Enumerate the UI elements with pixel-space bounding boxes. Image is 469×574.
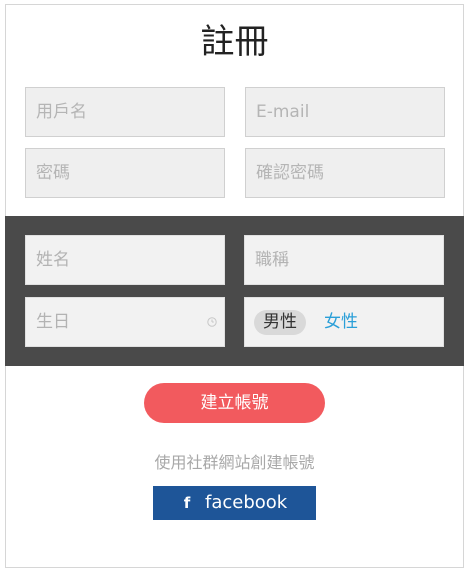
birthday-field[interactable]: 生日 bbox=[25, 297, 225, 347]
facebook-button-label: facebook bbox=[205, 492, 288, 513]
gender-option-male[interactable]: 男性 bbox=[254, 310, 306, 335]
confirm-password-field[interactable]: 確認密碼 bbox=[245, 148, 445, 198]
facebook-login-button[interactable]: f facebook bbox=[153, 486, 316, 520]
username-field[interactable]: 用戶名 bbox=[25, 87, 225, 137]
gender-selector: 男性 女性 bbox=[244, 297, 444, 347]
facebook-icon: f bbox=[183, 494, 191, 512]
page-title: 註冊 bbox=[200, 22, 269, 62]
birthday-placeholder: 生日 bbox=[36, 312, 70, 332]
name-field[interactable]: 姓名 bbox=[25, 235, 225, 285]
email-field[interactable]: E-mail bbox=[245, 87, 445, 137]
clock-icon bbox=[207, 317, 217, 327]
create-account-button[interactable]: 建立帳號 bbox=[144, 383, 325, 423]
social-signup-prompt: 使用社群網站創建帳號 bbox=[154, 453, 315, 472]
gender-option-female[interactable]: 女性 bbox=[324, 310, 358, 335]
job-title-field[interactable]: 職稱 bbox=[244, 235, 444, 285]
password-field[interactable]: 密碼 bbox=[25, 148, 225, 198]
